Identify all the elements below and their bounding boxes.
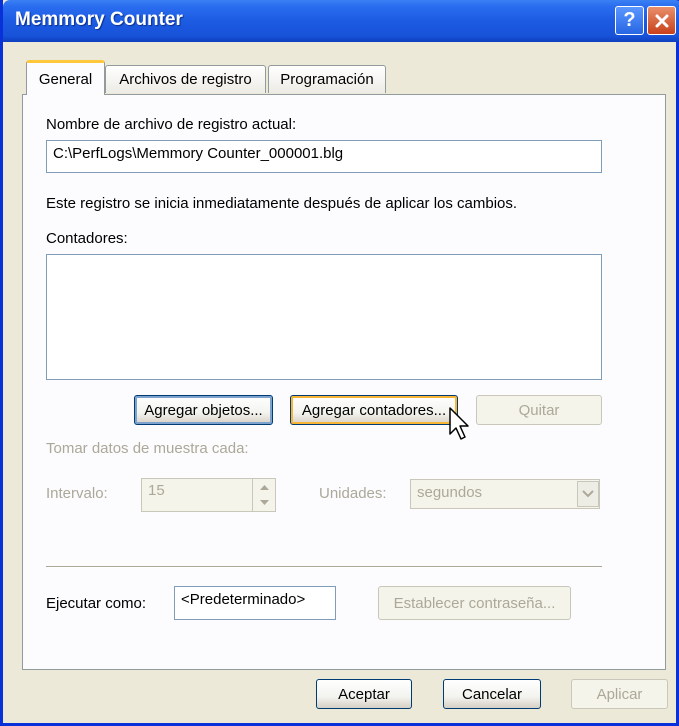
units-dropdown-toggle[interactable] xyxy=(577,481,599,507)
add-objects-button[interactable]: Agregar objetos... xyxy=(134,395,273,425)
tab-log-files-label: Archivos de registro xyxy=(119,71,252,88)
dialog-window: Memmory Counter ? General Archivos de re… xyxy=(0,0,679,726)
interval-label: Intervalo: xyxy=(46,485,108,502)
close-button[interactable] xyxy=(647,6,676,35)
tab-schedule-label: Programación xyxy=(280,71,374,88)
tab-general-label: General xyxy=(38,70,93,88)
ok-button[interactable]: Aceptar xyxy=(316,679,412,709)
add-counters-button[interactable]: Agregar contadores... xyxy=(290,395,458,425)
run-as-label: Ejecutar como: xyxy=(46,595,147,612)
tab-general[interactable]: General xyxy=(26,60,105,95)
spin-down-icon[interactable] xyxy=(253,495,275,511)
help-button[interactable]: ? xyxy=(615,6,644,35)
help-icon: ? xyxy=(623,9,636,31)
general-tab-panel xyxy=(22,94,666,670)
units-dropdown[interactable]: segundos xyxy=(410,479,600,509)
counters-list[interactable] xyxy=(46,254,602,380)
title-bar[interactable]: Memmory Counter ? xyxy=(3,0,679,42)
tab-log-files[interactable]: Archivos de registro xyxy=(105,65,266,93)
window-title: Memmory Counter xyxy=(15,9,183,30)
units-value: segundos xyxy=(417,484,483,501)
chevron-down-icon xyxy=(582,490,594,498)
counters-label: Contadores: xyxy=(46,230,128,247)
close-icon xyxy=(655,14,668,27)
interval-field[interactable]: 15 xyxy=(141,478,253,512)
interval-value: 15 xyxy=(148,482,165,499)
set-password-label: Establecer contraseña... xyxy=(393,594,556,612)
tab-schedule[interactable]: Programación xyxy=(268,65,386,93)
mouse-cursor-icon xyxy=(449,407,469,440)
log-filename-label: Nombre de archivo de registro actual: xyxy=(46,116,297,133)
ok-label: Aceptar xyxy=(338,685,390,703)
cancel-label: Cancelar xyxy=(461,685,523,703)
remove-button[interactable]: Quitar xyxy=(476,395,602,425)
set-password-button[interactable]: Establecer contraseña... xyxy=(378,586,571,620)
log-filename-field[interactable]: C:\PerfLogs\Memmory Counter_000001.blg xyxy=(46,140,602,173)
apply-button[interactable]: Aplicar xyxy=(571,679,668,709)
cancel-button[interactable]: Cancelar xyxy=(443,679,541,709)
remove-label: Quitar xyxy=(518,401,560,419)
start-info-text: Este registro se inicia inmediatamente d… xyxy=(46,195,518,212)
run-as-field[interactable]: <Predeterminado> xyxy=(174,586,336,620)
units-label: Unidades: xyxy=(319,485,387,502)
sample-interval-heading: Tomar datos de muestra cada: xyxy=(46,440,249,457)
add-counters-label: Agregar contadores... xyxy=(301,401,447,419)
spin-up-icon[interactable] xyxy=(253,479,275,495)
apply-label: Aplicar xyxy=(596,685,643,703)
interval-stepper[interactable] xyxy=(252,478,276,512)
add-objects-label: Agregar objetos... xyxy=(144,401,263,419)
section-divider xyxy=(46,566,602,568)
